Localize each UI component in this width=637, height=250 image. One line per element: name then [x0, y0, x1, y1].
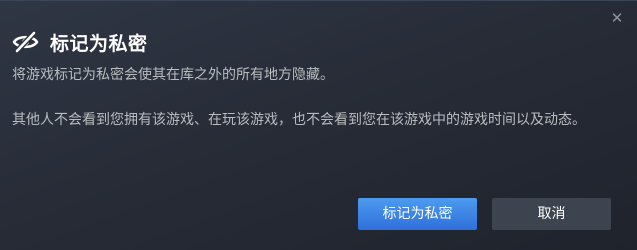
cancel-button[interactable]: 取消	[492, 198, 611, 230]
dialog-title: 标记为私密	[50, 32, 148, 55]
mark-private-button[interactable]: 标记为私密	[358, 198, 477, 230]
mark-private-dialog: ✕ 标记为私密 将游戏标记为私密会使其在库之外的所有地方隐藏。 其他人不会看到您…	[0, 0, 637, 250]
description-primary: 将游戏标记为私密会使其在库之外的所有地方隐藏。	[12, 67, 334, 83]
eye-slash-icon	[12, 31, 39, 53]
description-secondary: 其他人不会看到您拥有该游戏、在玩该游戏，也不会看到您在该游戏中的游戏时间以及动态…	[12, 112, 586, 128]
dialog-header: 标记为私密	[12, 29, 148, 55]
close-icon[interactable]: ✕	[609, 10, 625, 26]
